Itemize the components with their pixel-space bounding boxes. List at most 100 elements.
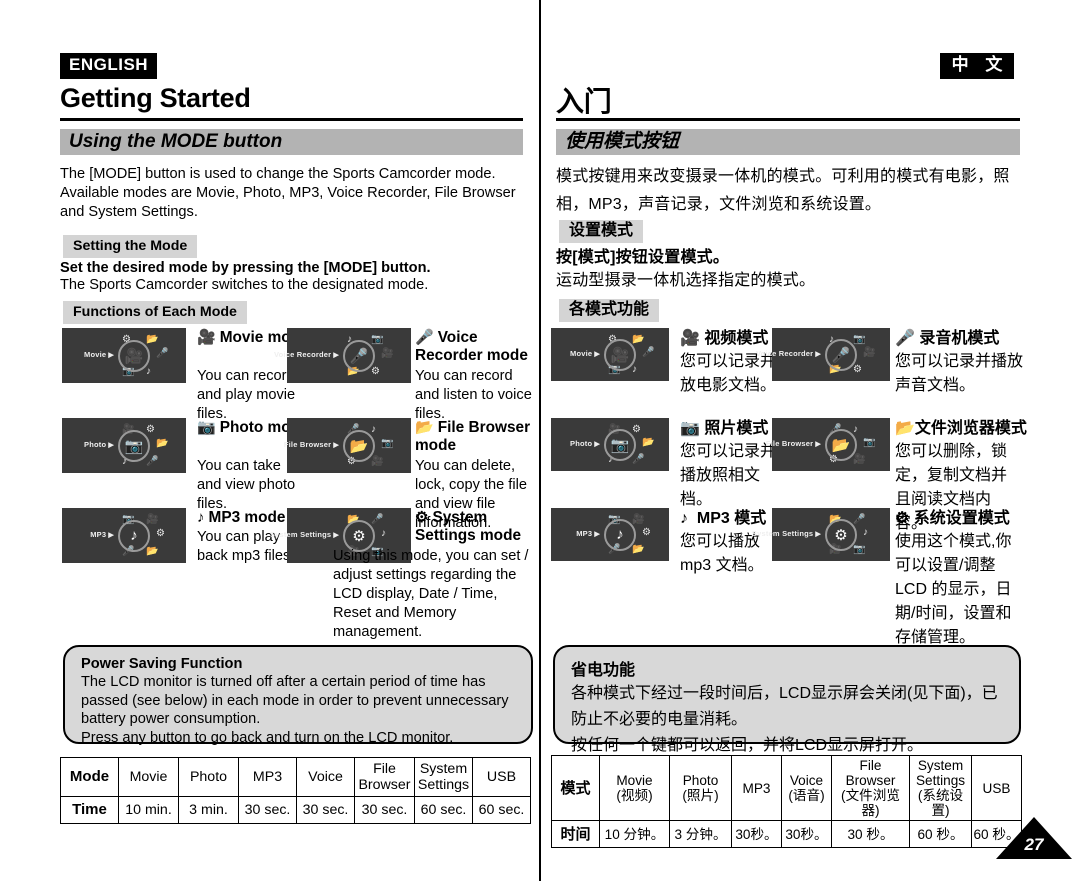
table-cell-time: 60 sec. xyxy=(414,796,473,824)
power-saving-heading-english: Power Saving Function xyxy=(81,656,243,672)
table-cell-time: 30秒。 xyxy=(781,820,832,848)
lcd-preview-photo: 🎥 ⚙ ♪ 🎤 📂 Photo ▶ 📷 xyxy=(62,418,186,473)
music-note-icon: ♪ xyxy=(604,518,636,551)
camera-icon: 📷 xyxy=(381,437,394,449)
table-header-time: 时间 xyxy=(551,820,600,848)
music-note-icon: ♪ xyxy=(118,519,150,552)
chapter-title-english: Getting Started xyxy=(60,83,251,113)
table-cell-mode: Movie xyxy=(118,757,179,797)
music-note-icon: ♪ xyxy=(632,364,637,375)
page-number: 27 xyxy=(1024,835,1044,854)
setting-the-mode-chip-english: Setting the Mode xyxy=(63,235,198,259)
power-saving-note-english: Power Saving Function The LCD monitor is… xyxy=(63,645,533,746)
gear-icon: ⚙ xyxy=(415,509,429,526)
lcd-preview-file-browser: 🎤 ♪ ⚙ 🎥 📷 File Browser ▶ 📂 xyxy=(283,418,411,473)
intro-paragraph-english: The [MODE] button is used to change the … xyxy=(60,166,516,220)
lcd-label-voice-recorder: Voice Recorder ▶ xyxy=(273,349,339,359)
table-cell-mode: MP3 xyxy=(238,757,297,797)
lcd-label-file-browser: File Browser ▶ xyxy=(283,439,339,449)
mode-description-system-settings: Using this mode, you can set / adjust se… xyxy=(333,548,529,640)
music-note-icon: ♪ xyxy=(197,509,205,526)
lcd-label-voice-recorder-chinese: Voice Recorder ▶ xyxy=(755,348,821,358)
movie-camera-icon: 🎥 xyxy=(381,347,394,359)
mode-description-voice-recorder: You can record and listen to voice files… xyxy=(415,368,532,422)
music-note-icon: ♪ xyxy=(371,424,376,435)
lcd-preview-mp3: 📷 🎥 🎤 📂 ⚙ MP3 ▶ ♪ xyxy=(62,508,186,563)
mode-description-photo: You can take and view photo files. xyxy=(197,458,296,512)
lcd-preview-file-browser-chinese: 🎤 ♪ ⚙ 🎥 📷 File Browser ▶ 📂 xyxy=(766,418,890,471)
table-cell-time: 30 sec. xyxy=(354,796,415,824)
lcd-preview-mp3-chinese: 📷 🎥 🎤 📂 ⚙ MP3 ▶ ♪ xyxy=(551,508,669,561)
table-cell-mode: MP3 xyxy=(731,755,782,821)
microphone-icon: 🎤 xyxy=(371,514,384,525)
mode-title-voice-recorder: 🎤 Voice Recorder mode xyxy=(415,329,528,364)
table-cell-mode: USB xyxy=(971,755,1022,821)
manual-page: ENGLISH Getting Started Using the MODE b… xyxy=(0,0,1080,881)
table-cell-time: 60 秒。 xyxy=(909,820,972,848)
movie-camera-icon: 🎥 xyxy=(371,456,384,467)
table-header-time: Time xyxy=(60,796,119,824)
microphone-icon: 🎤 xyxy=(642,346,655,358)
music-note-icon: ♪ xyxy=(853,424,858,435)
mode-title-system-settings: ⚙ System Settings mode xyxy=(415,509,522,544)
microphone-icon: 🎤 xyxy=(853,514,866,525)
setting-bold-line-chinese: 按[模式]按钮设置模式。 xyxy=(556,249,730,266)
table-header-mode: Mode xyxy=(60,757,119,797)
lcd-label-file-browser-chinese: File Browser ▶ xyxy=(765,438,821,448)
camera-icon: 📷 xyxy=(371,334,384,345)
folder-icon: 📂 xyxy=(895,420,915,437)
power-saving-note-chinese: 省电功能 各种模式下经过一段时间后，LCD显示屏会关闭(见下面)，已防止不必要的… xyxy=(553,645,1021,754)
camera-icon: 📷 xyxy=(118,429,150,462)
table-cell-mode: USB xyxy=(472,757,531,797)
camera-icon: 📷 xyxy=(853,334,866,345)
music-note-icon: ♪ xyxy=(863,526,868,538)
microphone-icon: 🎤 xyxy=(343,339,375,372)
table-cell-time: 30 秒。 xyxy=(831,820,910,848)
setting-line-english: The Sports Camcorder switches to the des… xyxy=(60,277,429,293)
folder-icon: 📂 xyxy=(642,436,655,448)
microphone-icon: 🎤 xyxy=(156,347,169,359)
table-cell-mode: System Settings (系统设置) xyxy=(909,755,972,821)
language-badge-chinese: 中 文 xyxy=(940,53,1014,79)
functions-of-each-mode-chip-english: Functions of Each Mode xyxy=(63,301,247,325)
movie-camera-icon: 🎥 xyxy=(632,514,645,525)
lcd-preview-movie: ⚙ 📂 📷 ♪ 🎤 Movie ▶ 🎥 xyxy=(62,328,186,383)
lcd-preview-voice-recorder: ♪ 📷 📂 ⚙ 🎥 Voice Recorder ▶ 🎤 xyxy=(274,328,411,383)
movie-camera-icon: 🎥 xyxy=(146,514,159,525)
lcd-preview-movie-chinese: ⚙ 📂 📷 ♪ 🎤 Movie ▶ 🎥 xyxy=(551,328,669,381)
folder-icon: 📂 xyxy=(415,419,434,436)
movie-camera-icon: 🎥 xyxy=(197,329,216,346)
lcd-label-system-settings-chinese: System Settings ▶ xyxy=(751,528,821,538)
music-note-icon: ♪ xyxy=(146,366,151,377)
section-title-english: Using the MODE button xyxy=(60,129,523,155)
chapter-rule-english xyxy=(60,118,523,121)
intro-paragraph-chinese: 模式按键用来改变摄录一体机的模式。可利用的模式有电影，照相，MP3，声音记录，文… xyxy=(556,168,1010,213)
music-note-icon: ♪ xyxy=(680,510,688,527)
movie-camera-icon: 🎥 xyxy=(604,338,636,371)
movie-camera-icon: 🎥 xyxy=(863,346,876,358)
table-row: 模式 Movie (视频) Photo (照片) MP3 Voice (语音) File Bro… xyxy=(551,755,1022,821)
power-saving-table-english: Mode Movie Photo MP3 Voice File Browser System… xyxy=(60,757,531,824)
gear-icon: ⚙ xyxy=(156,527,165,539)
microphone-icon: 🎤 xyxy=(146,456,159,467)
microphone-icon: 🎤 xyxy=(632,454,645,465)
table-row: Time 10 min. 3 min. 30 sec. 30 sec. 30 sec. 60… xyxy=(60,796,531,824)
table-row: 时间 10 分钟。 3 分钟。 30秒。 30秒。 30 秒。 60 秒。 60 秒。 xyxy=(551,820,1022,848)
table-cell-mode: Movie (视频) xyxy=(599,755,670,821)
section-title-chinese: 使用模式按钮 xyxy=(556,129,1020,155)
table-cell-time: 30 sec. xyxy=(238,796,297,824)
microphone-icon: 🎤 xyxy=(415,329,434,346)
mode-title-voice-recorder-chinese: 🎤 录音机模式 xyxy=(895,330,1000,347)
table-cell-time: 30秒。 xyxy=(731,820,782,848)
lcd-preview-photo-chinese: 🎥 ⚙ ♪ 🎤 📂 Photo ▶ 📷 xyxy=(551,418,669,471)
table-cell-time: 10 分钟。 xyxy=(599,820,670,848)
camera-icon: 📷 xyxy=(853,544,866,555)
mode-title-system-settings-chinese: ⚙ 系统设置模式 xyxy=(895,510,1010,527)
table-cell-mode: Photo xyxy=(178,757,239,797)
power-saving-heading-chinese: 省电功能 xyxy=(571,662,636,679)
gear-icon: ⚙ xyxy=(642,526,651,538)
lcd-label-movie-chinese: Movie ▶ xyxy=(570,348,600,358)
folder-icon: 📂 xyxy=(825,428,857,461)
gear-icon: ⚙ xyxy=(371,366,380,377)
table-cell-mode: Photo (照片) xyxy=(669,755,732,821)
